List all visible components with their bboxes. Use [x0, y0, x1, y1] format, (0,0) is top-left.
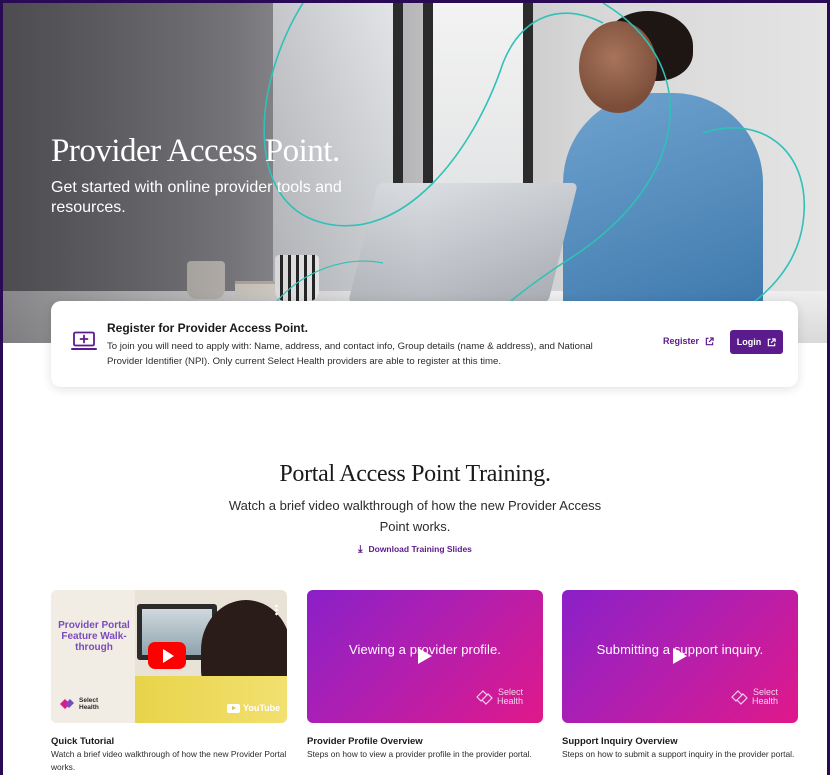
training-title: Portal Access Point Training. — [279, 461, 551, 487]
hero-banner: Provider Access Point. Get started with … — [3, 3, 827, 343]
logo-line-2: Health — [497, 696, 524, 706]
login-button-label: Login — [736, 337, 762, 347]
external-link-icon — [768, 337, 776, 346]
play-icon[interactable] — [418, 648, 432, 664]
youtube-label: YouTube — [243, 703, 281, 713]
external-link-icon — [705, 336, 714, 345]
select-health-mark-icon — [731, 690, 748, 705]
youtube-play-icon[interactable] — [148, 642, 186, 669]
video-thumbnail-provider-profile[interactable]: Viewing a provider profile. Select Health — [307, 590, 543, 723]
register-card: Register for Provider Access Point. To j… — [51, 301, 798, 387]
video-description: Watch a brief video walkthrough of how t… — [51, 749, 287, 772]
laptop-plus-icon — [71, 331, 97, 350]
register-description: To join you will need to apply with: Nam… — [107, 341, 593, 367]
hero-curve-decoration — [252, 3, 806, 343]
select-health-mark-icon — [60, 699, 74, 709]
video-description: Steps on how to submit a support inquiry… — [562, 749, 795, 759]
download-icon: ⤓ — [358, 544, 363, 555]
hero-title: Provider Access Point. — [51, 133, 340, 169]
select-health-mark-icon — [476, 690, 493, 705]
thumbnail-title: Provider Portal Feature Walk-through — [58, 620, 130, 653]
select-health-logo: Select Health — [59, 697, 99, 711]
play-icon[interactable] — [673, 648, 687, 664]
register-link[interactable]: Register — [663, 336, 714, 346]
download-slides-link[interactable]: ⤓ Download Training Slides — [3, 544, 827, 555]
select-health-logo: Select Health — [730, 688, 778, 706]
page-frame: Provider Access Point. Get started with … — [0, 0, 830, 775]
youtube-icon[interactable]: YouTube — [227, 703, 280, 713]
logo-line-2: Health — [79, 704, 99, 711]
video-thumbnail-quick-tutorial[interactable]: Provider Portal Feature Walk-through Sel… — [51, 590, 287, 723]
thumbnail-person-shirt — [135, 676, 287, 723]
video-thumbnail-support-inquiry[interactable]: Submitting a support inquiry. Select Heal… — [562, 590, 798, 723]
download-slides-label: Download Training Slides — [368, 544, 472, 554]
video-description: Steps on how to view a provider profile … — [307, 749, 532, 759]
login-button[interactable]: Login — [730, 330, 783, 354]
logo-line-1: Select — [79, 697, 99, 704]
register-title: Register for Provider Access Point. — [107, 321, 308, 335]
video-title-provider-profile[interactable]: Provider Profile Overview — [307, 736, 423, 747]
training-subtitle: Watch a brief video walkthrough of how t… — [228, 498, 602, 534]
select-health-logo: Select Health — [475, 688, 523, 706]
video-title-support-inquiry[interactable]: Support Inquiry Overview — [562, 736, 678, 747]
more-options-icon[interactable] — [275, 604, 278, 616]
logo-line-2: Health — [752, 696, 779, 706]
register-link-label: Register — [663, 336, 700, 346]
video-title-quick-tutorial[interactable]: Quick Tutorial — [51, 736, 114, 747]
hero-subtitle: Get started with online provider tools a… — [51, 179, 342, 216]
